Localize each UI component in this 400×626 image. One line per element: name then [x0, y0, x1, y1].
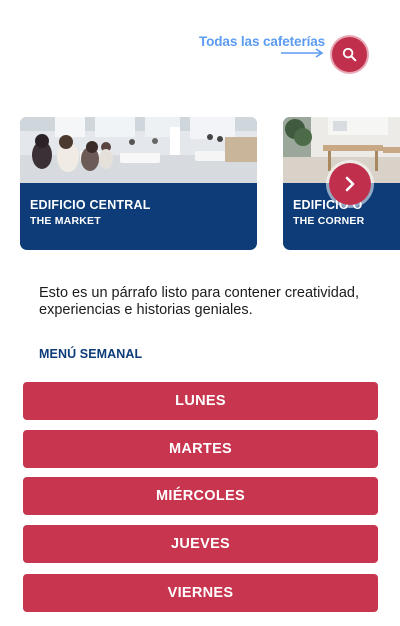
day-button-friday[interactable]: VIERNES — [23, 574, 378, 612]
day-button-monday[interactable]: LUNES — [23, 382, 378, 420]
day-button-thursday[interactable]: JUEVES — [23, 525, 378, 563]
day-button-wednesday[interactable]: MIÉRCOLES — [23, 477, 378, 515]
page: Todas las cafeterías EDIFICIO CENTRAL TH… — [0, 0, 400, 626]
search-button[interactable] — [332, 37, 367, 72]
cafeteria-photo — [20, 117, 257, 183]
weekly-menu-title: MENÚ SEMANAL — [39, 347, 143, 361]
search-icon — [342, 47, 357, 62]
cafeteria-card-central[interactable]: EDIFICIO CENTRAL THE MARKET — [20, 117, 257, 250]
arrow-right-icon — [281, 48, 324, 58]
card-subtitle: THE CORNER — [293, 215, 365, 227]
day-button-tuesday[interactable]: MARTES — [23, 430, 378, 468]
card-subtitle: THE MARKET — [30, 215, 101, 227]
chevron-right-icon — [345, 176, 355, 192]
card-caption: EDIFICIO CENTRAL THE MARKET — [30, 198, 151, 227]
card-title: EDIFICIO CENTRAL — [30, 198, 151, 212]
carousel-next-button[interactable] — [329, 163, 371, 205]
intro-paragraph: Esto es un párrafo listo para contener c… — [39, 285, 359, 318]
